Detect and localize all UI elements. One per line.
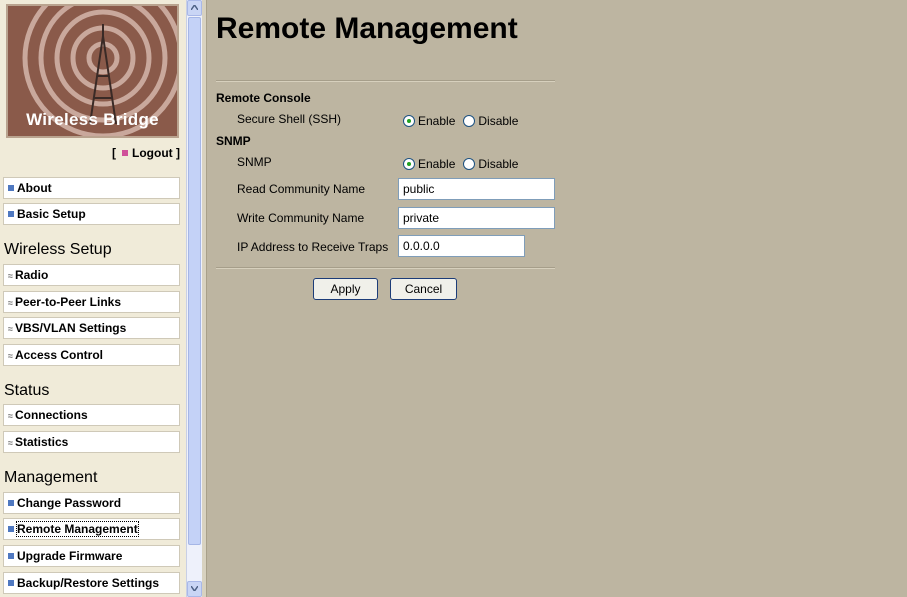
snmp-disable-label: Disable [478, 157, 519, 171]
square-bullet-icon [8, 500, 14, 506]
section-heading-management: Management [4, 469, 98, 486]
ssh-disable-radio[interactable] [463, 115, 476, 127]
page-title: Remote Management [216, 12, 518, 45]
apply-button[interactable]: Apply [313, 278, 378, 300]
write-community-label: Write Community Name [237, 211, 365, 225]
logout-area: [Logout ] [112, 146, 180, 160]
nav-item-radio[interactable]: ≈ Radio [3, 264, 180, 286]
nav-item-label: Statistics [14, 435, 69, 449]
read-community-label: Read Community Name [237, 182, 366, 196]
scroll-thumb[interactable] [188, 17, 201, 545]
nav-item-about[interactable]: About [3, 177, 180, 199]
nav-item-label: Change Password [17, 496, 122, 510]
square-bullet-icon [8, 580, 14, 586]
logout-marker-icon [122, 150, 128, 156]
cancel-button[interactable]: Cancel [390, 278, 457, 300]
wireless-icon: ≈ [8, 411, 13, 421]
nav-item-peer-to-peer-links[interactable]: ≈ Peer-to-Peer Links [3, 291, 180, 313]
nav-item-access-control[interactable]: ≈ Access Control [3, 344, 180, 366]
snmp-enable-radio[interactable] [403, 158, 415, 170]
snmp-label: SNMP [237, 155, 272, 169]
snmp-enable-label: Enable [418, 157, 456, 171]
square-bullet-icon [8, 211, 14, 217]
wireless-icon: ≈ [8, 324, 13, 334]
nav-item-upgrade-firmware[interactable]: Upgrade Firmware [3, 545, 180, 567]
section-heading-status: Status [4, 382, 50, 399]
ssh-enable-label: Enable [418, 114, 456, 128]
ssh-radio-group: Enable Disable [403, 114, 526, 128]
snmp-heading: SNMP [216, 134, 251, 148]
wireless-icon: ≈ [8, 438, 13, 448]
ssh-label: Secure Shell (SSH) [237, 112, 342, 126]
wireless-icon: ≈ [8, 271, 13, 281]
section-heading-wireless-setup: Wireless Setup [4, 241, 112, 258]
nav-item-label: Remote Management [16, 521, 139, 537]
sidebar-scrollbar[interactable] [186, 0, 202, 597]
square-bullet-icon [8, 526, 14, 532]
nav-item-label: Peer-to-Peer Links [14, 295, 121, 309]
chevron-up-icon [191, 5, 198, 10]
chevron-down-icon [191, 586, 198, 591]
square-bullet-icon [8, 185, 14, 191]
scroll-down-button[interactable] [187, 581, 202, 597]
logout-link[interactable]: Logout [132, 146, 173, 160]
nav-item-label: Basic Setup [17, 207, 86, 221]
snmp-radio-group: Enable Disable [403, 157, 526, 171]
nav-item-label: VBS/VLAN Settings [14, 321, 127, 335]
nav-item-change-password[interactable]: Change Password [3, 492, 180, 514]
write-community-input[interactable] [398, 207, 555, 229]
nav-item-remote-management[interactable]: Remote Management [3, 518, 180, 540]
wireless-icon: ≈ [8, 351, 13, 361]
scroll-up-button[interactable] [187, 0, 202, 16]
nav-item-statistics[interactable]: ≈ Statistics [3, 431, 180, 453]
snmp-disable-radio[interactable] [463, 158, 476, 170]
remote-console-heading: Remote Console [216, 91, 311, 105]
divider [216, 267, 555, 269]
divider [216, 80, 555, 82]
wireless-bridge-logo: Wireless Bridge [6, 4, 179, 138]
nav-item-label: Access Control [14, 348, 103, 362]
logo-text: Wireless Bridge [26, 110, 159, 129]
nav-item-label: About [17, 181, 52, 195]
wireless-icon: ≈ [8, 298, 13, 308]
read-community-input[interactable] [398, 178, 555, 200]
nav-item-vbs-vlan-settings[interactable]: ≈ VBS/VLAN Settings [3, 317, 180, 339]
nav-item-label: Backup/Restore Settings [17, 576, 160, 590]
trap-ip-label: IP Address to Receive Traps [237, 240, 389, 254]
nav-item-backup-restore-settings[interactable]: Backup/Restore Settings [3, 572, 180, 594]
square-bullet-icon [8, 553, 14, 559]
trap-ip-input[interactable] [398, 235, 525, 257]
nav-item-label: Connections [14, 408, 88, 422]
nav-item-connections[interactable]: ≈ Connections [3, 404, 180, 426]
ssh-enable-radio[interactable] [403, 115, 415, 127]
nav-item-basic-setup[interactable]: Basic Setup [3, 203, 180, 225]
main-content: Remote Management Remote Console Secure … [207, 0, 907, 597]
nav-item-label: Radio [14, 268, 49, 282]
nav-item-label: Upgrade Firmware [17, 549, 123, 563]
ssh-disable-label: Disable [478, 114, 519, 128]
sidebar: Wireless Bridge [Logout ] About Basic Se… [0, 0, 186, 597]
